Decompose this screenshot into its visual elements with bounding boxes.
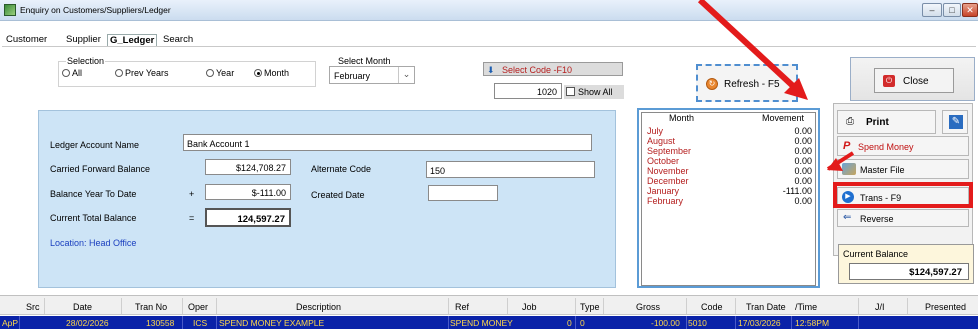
- cell-type: 0: [580, 318, 585, 328]
- col-job[interactable]: Job: [522, 302, 537, 312]
- transactions-header: Src Date Tran No Oper Description Ref Jo…: [0, 295, 978, 315]
- cell-ref: SPEND MONEY: [450, 318, 513, 328]
- col-tran-date[interactable]: Tran Date: [746, 302, 786, 312]
- col-divider: [575, 298, 576, 314]
- col-divider: [507, 298, 508, 314]
- col-src[interactable]: Src: [26, 302, 40, 312]
- col-divider: [858, 298, 859, 314]
- row-divider: [19, 316, 20, 329]
- col-divider: [603, 298, 604, 314]
- col-divider: [216, 298, 217, 314]
- col-divider: [121, 298, 122, 314]
- row-divider: [182, 316, 183, 329]
- col-divider: [686, 298, 687, 314]
- col-date[interactable]: Date: [73, 302, 92, 312]
- cell-description: SPEND MONEY EXAMPLE: [219, 318, 325, 328]
- cell-gross: -100.00: [651, 318, 680, 328]
- cell-job: 0: [567, 318, 572, 328]
- arrow-to-refresh-line: [697, 0, 796, 89]
- cell-code: 5010: [688, 318, 707, 328]
- col-divider: [44, 298, 45, 314]
- current-balance-value: $124,597.27: [909, 267, 962, 278]
- col-divider: [448, 298, 449, 314]
- col-oper[interactable]: Oper: [188, 302, 208, 312]
- cell-time: 12:58PM: [795, 318, 830, 328]
- current-balance-label: Current Balance: [843, 249, 909, 259]
- col-ji[interactable]: J/I: [875, 302, 885, 312]
- row-divider: [216, 316, 217, 329]
- col-divider: [182, 298, 183, 314]
- row-divider: [448, 316, 449, 329]
- row-divider: [735, 316, 736, 329]
- col-divider: [735, 298, 736, 314]
- col-gross[interactable]: Gross: [636, 302, 660, 312]
- cell-tran-no: 130558: [146, 318, 175, 328]
- current-balance-field: $124,597.27: [849, 263, 969, 280]
- row-divider: [858, 316, 859, 329]
- col-ref[interactable]: Ref: [455, 302, 469, 312]
- row-divider: [686, 316, 687, 329]
- col-type[interactable]: Type: [580, 302, 600, 312]
- cell-oper: ICS: [193, 318, 208, 328]
- current-balance-box: Current Balance $124,597.27: [838, 244, 974, 284]
- col-code[interactable]: Code: [701, 302, 723, 312]
- annotation-arrows: [697, 0, 855, 171]
- col-presented[interactable]: Presented: [925, 302, 966, 312]
- col-description[interactable]: Description: [296, 302, 341, 312]
- col-time[interactable]: /Time: [795, 302, 817, 312]
- col-divider: [907, 298, 908, 314]
- col-tran-no[interactable]: Tran No: [135, 302, 167, 312]
- cell-src: ApP: [2, 318, 19, 328]
- row-divider: [575, 316, 576, 329]
- cell-date: 28/02/2026: [66, 318, 109, 328]
- table-row[interactable]: ApP 28/02/2026 130558 ICS SPEND MONEY EX…: [0, 316, 978, 329]
- row-divider: [791, 316, 792, 329]
- cell-tran-date: 17/03/2026: [738, 318, 781, 328]
